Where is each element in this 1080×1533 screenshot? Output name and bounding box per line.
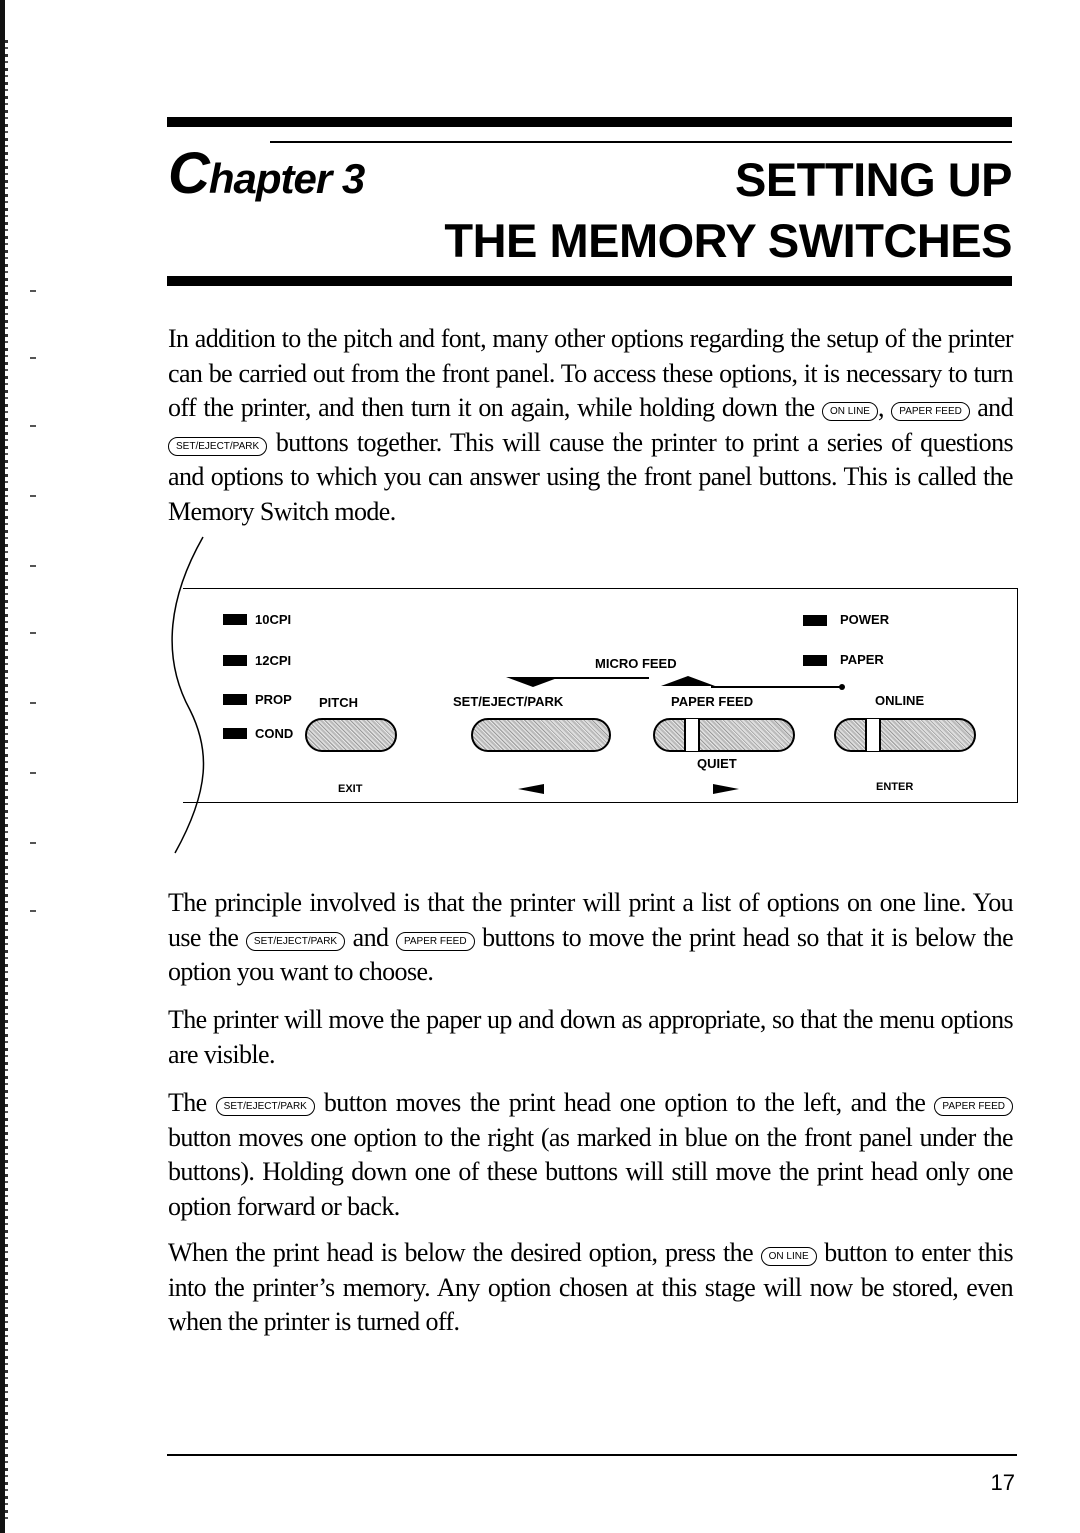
chapter-label: Chapter 3 bbox=[168, 140, 365, 207]
quiet-label: QUIET bbox=[697, 756, 737, 771]
scan-speck bbox=[30, 357, 36, 359]
front-panel-diagram: 10CPI 12CPI PROP COND PITCH EXIT MICRO F… bbox=[183, 588, 1018, 803]
micro-feed-label: MICRO FEED bbox=[595, 656, 677, 671]
online-button-glyph: ON LINE bbox=[760, 1247, 817, 1266]
micro-feed-line-right bbox=[711, 686, 841, 688]
set-eject-park-button-glyph: SET/EJECT/PARK bbox=[168, 436, 268, 456]
scan-speck bbox=[30, 842, 36, 844]
led-paper-icon bbox=[803, 655, 827, 666]
scan-speck bbox=[30, 290, 36, 292]
enter-label: ENTER bbox=[876, 781, 914, 793]
paper-feed-label: PAPER FEED bbox=[671, 694, 754, 709]
led-label-cond: COND bbox=[255, 726, 294, 741]
header-rule-thin bbox=[270, 141, 1012, 143]
paper-feed-button[interactable] bbox=[653, 718, 795, 752]
scan-speck bbox=[30, 632, 36, 634]
header-rule-bottom bbox=[167, 276, 1012, 286]
paragraph-principle: The principle involved is that the print… bbox=[168, 888, 1014, 986]
paragraph-intro: In addition to the pitch and font, many … bbox=[168, 324, 1014, 526]
pitch-label: PITCH bbox=[319, 695, 358, 710]
led-label-10cpi: 10CPI bbox=[255, 612, 292, 627]
led-power-icon bbox=[803, 615, 827, 626]
scan-speck bbox=[30, 425, 36, 427]
page-title-line1: SETTING UP bbox=[734, 153, 1013, 206]
led-label-paper: PAPER bbox=[840, 652, 884, 667]
online-label: ONLINE bbox=[875, 693, 925, 708]
scan-speck bbox=[30, 910, 36, 912]
paper-feed-button-glyph: PAPER FEED bbox=[891, 402, 970, 421]
scan-edge-noise bbox=[5, 40, 8, 1520]
pitch-button[interactable] bbox=[305, 718, 397, 752]
set-eject-park-button[interactable] bbox=[471, 718, 611, 752]
chapter-rest: hapter 3 bbox=[208, 155, 365, 202]
paper-feed-button-glyph: PAPER FEED bbox=[395, 931, 475, 951]
led-label-12cpi: 12CPI bbox=[255, 653, 292, 668]
scan-speck bbox=[30, 772, 36, 774]
micro-feed-endpoint-icon bbox=[839, 684, 845, 690]
online-button[interactable] bbox=[834, 718, 976, 752]
page-title-line2: THE MEMORY SWITCHES bbox=[444, 214, 1012, 267]
led-12cpi-icon bbox=[223, 655, 247, 666]
paragraph-enter-option: When the print head is below the desired… bbox=[168, 1238, 1014, 1336]
header-rule-top bbox=[167, 117, 1012, 127]
left-arrow-icon bbox=[518, 784, 544, 794]
paper-feed-button-glyph: PAPER FEED bbox=[934, 1097, 1013, 1116]
micro-feed-down-arrow-icon bbox=[506, 677, 560, 687]
led-prop-icon bbox=[223, 694, 247, 705]
paragraph-paper-movement: The printer will move the paper up and d… bbox=[168, 1005, 1014, 1069]
led-label-power: POWER bbox=[840, 612, 890, 627]
right-arrow-icon bbox=[713, 784, 739, 794]
scan-speck bbox=[30, 702, 36, 704]
scan-speck bbox=[30, 565, 36, 567]
exit-label: EXIT bbox=[338, 783, 363, 795]
set-eject-park-button-glyph: SET/EJECT/PARK bbox=[215, 1097, 315, 1116]
paper-feed-button-slot bbox=[684, 719, 700, 751]
led-10cpi-icon bbox=[223, 614, 247, 625]
paragraph-button-directions: The SET/EJECT/PARK button moves the prin… bbox=[168, 1088, 1014, 1221]
set-eject-park-button-glyph: SET/EJECT/PARK bbox=[245, 931, 346, 951]
micro-feed-up-arrow-icon bbox=[661, 676, 715, 686]
footer-rule bbox=[167, 1454, 1017, 1456]
set-eject-park-label: SET/EJECT/PARK bbox=[453, 694, 564, 709]
online-button-glyph: ON LINE bbox=[821, 402, 878, 421]
led-label-prop: PROP bbox=[255, 692, 292, 707]
chapter-initial: C bbox=[168, 141, 210, 206]
page-number: 17 bbox=[990, 1470, 1015, 1495]
led-cond-icon bbox=[223, 728, 247, 739]
scan-speck bbox=[30, 495, 36, 497]
online-button-slot bbox=[865, 719, 881, 751]
micro-feed-line bbox=[549, 677, 649, 679]
